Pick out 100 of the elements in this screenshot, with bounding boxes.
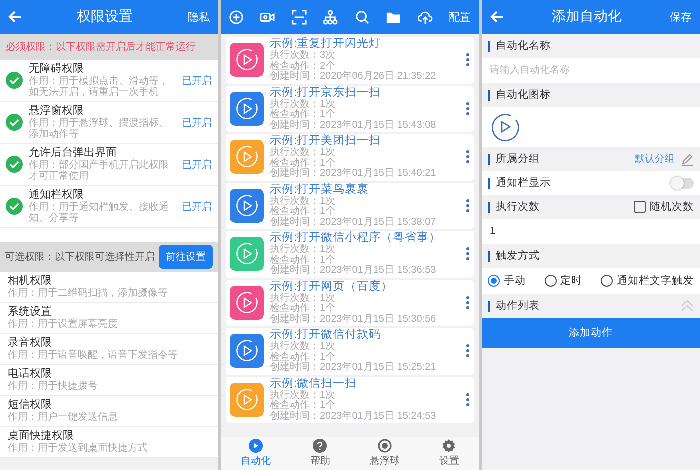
permission-description: 作用：用于快捷拨号 [8,381,99,392]
automation-card[interactable]: 示例:打开菜鸟裹裹 执行次数：1次 检查动作：1个 创建时间：2023年01月15日 15:38:07 [226,182,474,229]
permission-name: 电话权限 [8,368,53,381]
run-count: 执行次数：3次 [270,51,337,61]
permission-item[interactable]: 无障碍权限 作用：用于模拟点击、滑动等，如无法开启，请重启一次手机 已开启 [0,60,218,102]
automation-title: 示例:打开微信小程序（粤省事） [270,232,442,244]
permission-item[interactable]: 电话权限 作用：用于快捷拨号 [0,365,218,396]
automation-card[interactable]: 示例:打开京东扫一扫 执行次数：1次 检查动作：1个 创建时间：2023年01月15日 15:43:08 [226,86,474,132]
more-icon[interactable] [466,296,470,310]
cloud-upload-icon[interactable] [418,10,433,24]
section-label: 执行次数 [496,200,541,214]
pencil-icon[interactable] [681,152,694,166]
permission-name: 悬浮窗权限 [29,105,85,118]
save-link[interactable]: 保存 [670,10,692,24]
automation-card[interactable]: 示例:打开美团扫一扫 执行次数：1次 检查动作：1个 创建时间：2023年01月15日 15:40:21 [226,134,474,180]
more-icon[interactable] [466,102,470,116]
more-icon[interactable] [466,392,470,407]
permission-name: 录音权限 [8,337,53,350]
permission-status: 已开启 [182,200,212,214]
permission-item[interactable]: 悬浮窗权限 作用：用于悬浮球、摆渡指标、添加动作等 已开启 [0,102,218,144]
created-time: 创建时间：2023年01月15日 15:24:53 [270,412,438,422]
permission-name: 桌面快捷权限 [8,430,75,443]
permission-description: 作用：用于悬浮球、摆渡指标、添加动作等 [29,118,170,140]
permission-item[interactable]: 录音权限 作用：用于语音唤醒，语音下发指令等 [0,334,218,365]
permission-description: 作用：用户一键发送信息 [8,412,119,423]
permission-description: 作用：用于语音唤醒，语音下发指令等 [8,350,179,361]
config-link[interactable]: 配置 [448,10,471,24]
automation-card[interactable]: 示例:打开网页（百度） 执行次数：1次 检查动作：1个 创建时间：2023年01月15日 15:30:56 [226,280,474,326]
permission-item[interactable]: 相机权限 作用：用于二维码扫描，添加摄像等 [0,272,218,303]
back-icon[interactable] [490,10,504,24]
nav-tab[interactable]: 悬浮球 [366,439,404,468]
permission-description: 作用：用于二维码扫描，添加摄像等 [8,288,169,299]
automation-card[interactable]: 示例:重复打开闪光灯 执行次数：3次 检查动作：2个 创建时间：2020年06月26日 21:35:22 [226,37,474,84]
search-icon[interactable] [354,10,370,24]
count-field[interactable]: 1 [482,219,700,244]
more-icon[interactable] [466,344,470,358]
hierarchy-icon[interactable] [323,10,338,24]
permission-description: 作用：用于设置屏幕亮度 [8,319,119,330]
privacy-link[interactable]: 隐私 [188,10,210,24]
section-label: 动作列表 [496,299,541,313]
more-icon[interactable] [466,53,470,68]
check-count: 检查动作：1个 [270,207,337,217]
permission-description: 作用：用于模拟点击、滑动等，如无法开启，请重启一次手机 [29,76,170,98]
automation-title: 示例:重复打开闪光灯 [270,38,382,50]
permission-item[interactable]: 短信权限 作用：用户一键发送信息 [0,396,218,427]
permission-description: 作用：部分国产手机开启此权限才可正常使用 [29,160,170,182]
permission-description: 作用：用于通知栏触发、接收通知、分享等 [29,202,170,224]
created-time: 创建时间：2020年06月26日 21:35:22 [270,72,438,82]
permission-item[interactable]: 桌面快捷权限 作用：用于发送到桌面快捷方式 [0,427,218,458]
section-label: 自动化图标 [496,88,552,102]
permission-name: 相机权限 [8,275,53,288]
permission-item[interactable]: 系统设置 作用：用于设置屏幕亮度 [0,303,218,334]
automation-title: 示例:打开京东扫一扫 [270,86,382,98]
play-circle-icon[interactable] [490,112,520,142]
more-icon[interactable] [466,150,470,164]
automation-title: 示例:打开微信付款码 [270,329,382,341]
optional-notice: 可选权限：以下权限可选择性开启 [5,250,155,264]
required-notice: 必须权限：以下权限需开启后才能正常运行 [0,34,218,60]
automation-title: 示例:微信扫一扫 [270,378,358,390]
permission-item[interactable]: 通知栏权限 作用：用于通知栏触发、接收通知、分享等 已开启 [0,186,218,228]
trigger-radio[interactable]: 通知栏文字触发 [601,274,694,288]
run-count: 执行次数：1次 [270,100,337,110]
run-count: 执行次数：1次 [270,196,337,206]
random-count-checkbox[interactable]: 随机次数 [634,200,694,214]
add-circle-icon[interactable] [229,10,244,24]
automation-title: 示例:打开网页（百度） [270,280,394,292]
screen-title: 添加自动化 [551,8,623,26]
run-count: 执行次数：1次 [270,390,337,400]
nav-tab[interactable]: 帮助 [306,439,334,468]
automation-card[interactable]: 示例:打开微信付款码 执行次数：1次 检查动作：1个 创建时间：2023年01月15日 15:25:21 [226,328,474,374]
back-icon[interactable] [8,10,22,24]
permission-name: 系统设置 [8,306,53,319]
permission-item[interactable]: 允许后台弹出界面 作用：部分国产手机开启此权限才可正常使用 已开启 [0,144,218,186]
trigger-radio[interactable]: 定时 [544,274,582,288]
created-time: 创建时间：2023年01月15日 15:25:21 [270,363,438,374]
nav-tab[interactable]: 自动化 [236,439,275,468]
check-count: 检查动作：1个 [270,401,337,411]
scan-icon[interactable] [292,10,307,24]
check-count: 检查动作：1个 [270,352,337,362]
permission-description: 作用：用于发送到桌面快捷方式 [8,443,149,454]
section-label: 所属分组 [496,152,541,166]
toggle-switch[interactable] [672,178,694,188]
group-value[interactable]: 默认分组 [635,152,675,166]
automation-card[interactable]: 示例:微信扫一扫 执行次数：1次 检查动作：1个 创建时间：2023年01月15日 15:24:53 [226,376,474,423]
more-icon[interactable] [466,198,470,213]
check-count: 检查动作：2个 [270,62,337,72]
add-action-button[interactable]: 添加动作 [482,318,700,348]
permission-name: 允许后台弹出界面 [29,147,118,160]
permission-name: 无障碍权限 [29,63,85,76]
nav-tab[interactable]: 设置 [435,439,464,468]
automation-card[interactable]: 示例:打开微信小程序（粤省事） 执行次数：1次 检查动作：1个 创建时间：2023年01月15日 15:36:53 [226,231,474,278]
more-icon[interactable] [466,247,470,262]
run-count: 执行次数：1次 [270,294,337,304]
trigger-radio[interactable]: 手动 [488,274,526,288]
run-count: 执行次数：1次 [270,342,337,352]
created-time: 创建时间：2023年01月15日 15:36:53 [270,266,438,276]
go-settings-button[interactable]: 前往设置 [159,245,213,269]
created-time: 创建时间：2023年01月15日 15:40:21 [270,169,438,180]
automation-title: 示例:打开美团扫一扫 [270,135,382,147]
name-field[interactable]: 请输入自动化名称 [482,58,700,83]
